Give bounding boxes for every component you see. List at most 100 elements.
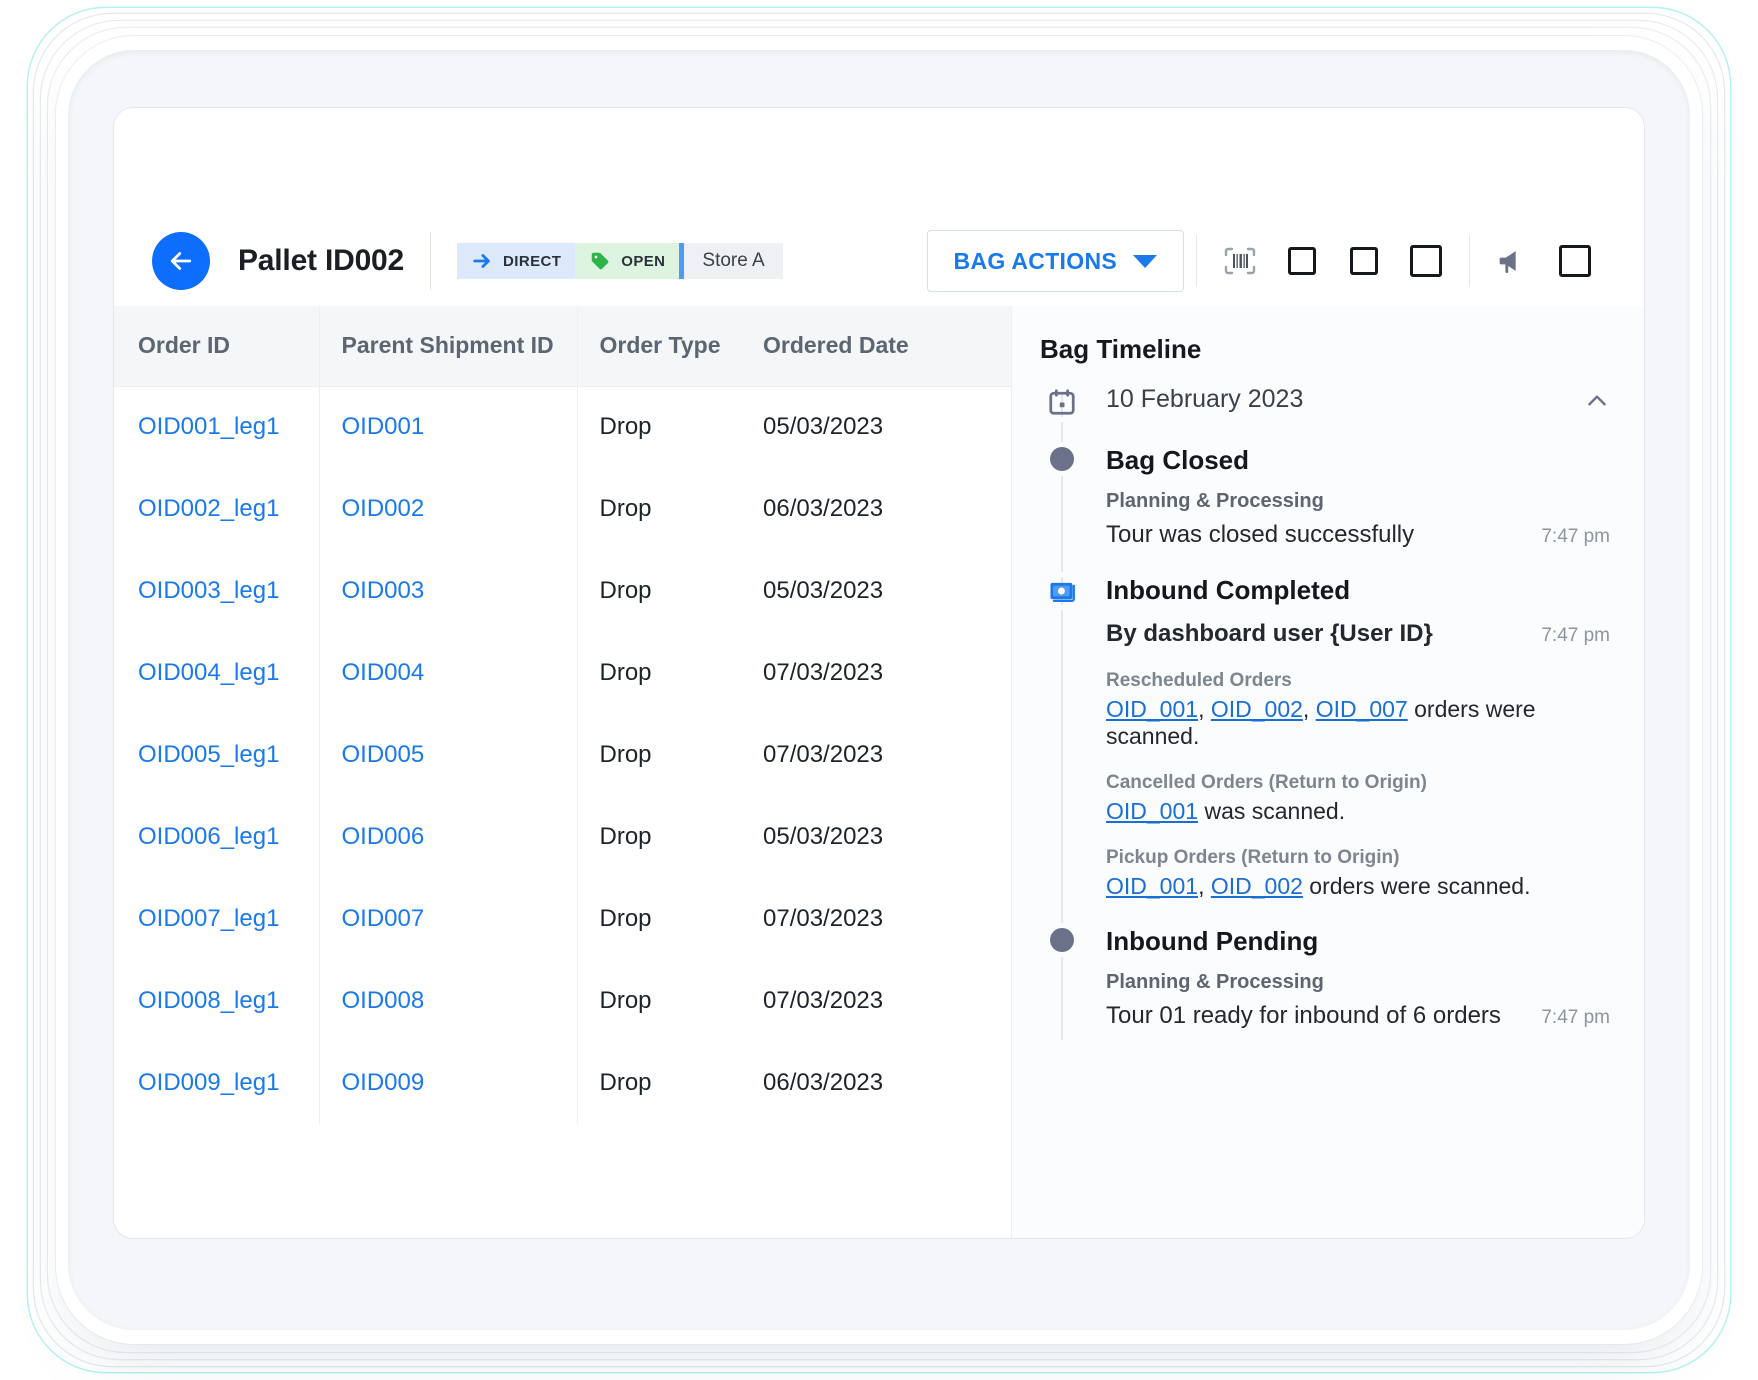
cell-order-id: OID007_leg1 [114,878,319,960]
parent-shipment-id-link[interactable]: OID008 [342,987,425,1014]
parent-shipment-id-link[interactable]: OID005 [342,741,425,768]
order-link[interactable]: OID_007 [1316,696,1408,722]
cell-order-type: Drop [577,468,745,550]
order-id-link[interactable]: OID008_leg1 [138,987,279,1014]
order-link[interactable]: OID_002 [1211,696,1303,722]
order-group-text: OID_001 was scanned. [1106,798,1610,825]
square-button-1[interactable] [1271,230,1333,292]
order-link[interactable]: OID_002 [1211,873,1303,899]
cell-order-type: Drop [577,960,745,1042]
order-link[interactable]: OID_001 [1106,798,1198,824]
order-id-link[interactable]: OID003_leg1 [138,577,279,604]
square-button-3[interactable] [1395,230,1457,292]
chevron-up-icon[interactable] [1584,388,1610,414]
square-icon-2 [1350,247,1378,275]
table-row[interactable]: OID009_leg1OID009Drop06/03/2023 [114,1042,1011,1124]
cell-order-id: OID009_leg1 [114,1042,319,1124]
timeline-date-group[interactable]: 10 February 2023 [1040,385,1610,417]
bag-timeline-pane: Bag Timeline 10 February 2023 [1012,306,1644,1238]
orders-table: Order ID Parent Shipment ID Order Type O… [114,306,1011,1124]
timeline-date-marker [1040,385,1084,417]
arrow-right-icon [471,250,493,272]
page-title: Pallet ID002 [238,244,404,278]
cell-order-id: OID003_leg1 [114,550,319,632]
cell-order-type: Drop [577,878,745,960]
order-id-link[interactable]: OID002_leg1 [138,495,279,522]
status-badge-store: Store A [679,243,782,279]
order-id-link[interactable]: OID004_leg1 [138,659,279,686]
timeline-event-inbound-pending: Inbound Pending [1040,926,1610,957]
order-link[interactable]: OID_001 [1106,696,1198,722]
status-badge-direct: DIRECT [457,243,575,279]
cell-parent-shipment-id: OID003 [319,550,577,632]
order-id-link[interactable]: OID006_leg1 [138,823,279,850]
column-header-ordered-date[interactable]: Ordered Date [745,306,1011,386]
back-button[interactable] [152,232,210,290]
bag-timeline-body: 10 February 2023 Bag Closed Planning & P… [1040,385,1610,1056]
column-header-order-id[interactable]: Order ID [114,306,319,386]
parent-shipment-id-link[interactable]: OID002 [342,495,425,522]
order-link[interactable]: OID_001 [1106,873,1198,899]
order-group-suffix: orders were scanned. [1303,873,1531,899]
bag-actions-button[interactable]: BAG ACTIONS [927,230,1184,292]
orders-table-header: Order ID Parent Shipment ID Order Type O… [114,306,1011,386]
announcement-button[interactable] [1482,230,1544,292]
timeline-event-inbound-completed: Inbound Completed [1040,575,1610,606]
status-badge-open-label: OPEN [621,253,665,270]
parent-shipment-id-link[interactable]: OID001 [342,413,425,440]
table-row[interactable]: OID007_leg1 OID007 Drop07/03/2023 [114,878,1011,960]
timeline-event-marker-3 [1040,926,1084,952]
cell-parent-shipment-id: OID009 [319,1042,577,1124]
column-header-order-type[interactable]: Order Type [577,306,745,386]
order-id-link[interactable]: OID001_leg1 [138,413,279,440]
cell-order-type: Drop [577,632,745,714]
timeline-event-byline-2: By dashboard user {User ID} [1106,620,1529,648]
barcode-scan-button[interactable] [1209,230,1271,292]
cell-order-type: Drop [577,386,745,468]
page-toolbar: Pallet ID002 DIRECT OPEN Store A [114,216,1644,306]
cell-parent-shipment-id: OID002 [319,468,577,550]
parent-shipment-id-link[interactable]: OID004 [342,659,425,686]
parent-shipment-id-link[interactable]: OID003 [342,577,425,604]
order-id-link[interactable]: OID009_leg1 [138,1069,279,1096]
cell-ordered-date: 05/03/2023 [745,796,1011,878]
table-row[interactable]: OID001_leg1 OID001 Drop05/03/2023 [114,386,1011,468]
square-icon-1 [1288,247,1316,275]
table-row[interactable]: OID002_leg1OID002Drop06/03/2023 [114,468,1011,550]
column-header-parent-shipment-id[interactable]: Parent Shipment ID [319,306,577,386]
cell-ordered-date: 07/03/2023 [745,878,1011,960]
cell-order-id: OID006_leg1 [114,796,319,878]
cell-ordered-date: 05/03/2023 [745,386,1011,468]
chevron-down-icon [1133,255,1157,268]
order-id-link[interactable]: OID005_leg1 [138,741,279,768]
status-chip-group: DIRECT OPEN Store A [457,243,783,279]
order-group-label: Pickup Orders (Return to Origin) [1106,847,1610,869]
cell-ordered-date: 05/03/2023 [745,550,1011,632]
parent-shipment-id-link[interactable]: OID006 [342,823,425,850]
parent-shipment-id-link[interactable]: OID007 [342,905,425,932]
cell-parent-shipment-id: OID006 [319,796,577,878]
table-row[interactable]: OID003_leg1 OID003 Drop05/03/2023 [114,550,1011,632]
table-row[interactable]: OID008_leg1OID008Drop07/03/2023 [114,960,1011,1042]
table-row[interactable]: OID005_leg1OID005Drop07/03/2023 [114,714,1011,796]
order-id-link[interactable]: OID007_leg1 [138,905,279,932]
orders-table-body: OID001_leg1OID001Drop05/03/2023OID002_le… [114,386,1011,1124]
timeline-event-time-3: 7:47 pm [1541,1007,1610,1029]
timeline-event-bag-closed: Bag Closed [1040,445,1610,476]
cell-order-type: Drop [577,550,745,632]
cell-ordered-date: 07/03/2023 [745,632,1011,714]
square-button-2[interactable] [1333,230,1395,292]
timeline-event-message-3: Tour 01 ready for inbound of 6 orders [1106,1002,1529,1030]
order-group-suffix: was scanned. [1198,798,1345,824]
timeline-event-marker-2 [1040,575,1084,605]
parent-shipment-id-link[interactable]: OID009 [342,1069,425,1096]
order-group-text: OID_001, OID_002 orders were scanned. [1106,873,1610,900]
timeline-event-marker-1 [1040,445,1084,471]
table-row[interactable]: OID004_leg1 OID004 Drop07/03/2023 [114,632,1011,714]
toolbar-divider-2 [1196,235,1197,287]
square-button-4[interactable] [1544,230,1606,292]
timeline-event-title-3: Inbound Pending [1084,926,1318,957]
main-content: Order ID Parent Shipment ID Order Type O… [114,306,1644,1238]
table-row[interactable]: OID006_leg1OID006Drop05/03/2023 [114,796,1011,878]
megaphone-icon [1496,245,1530,277]
